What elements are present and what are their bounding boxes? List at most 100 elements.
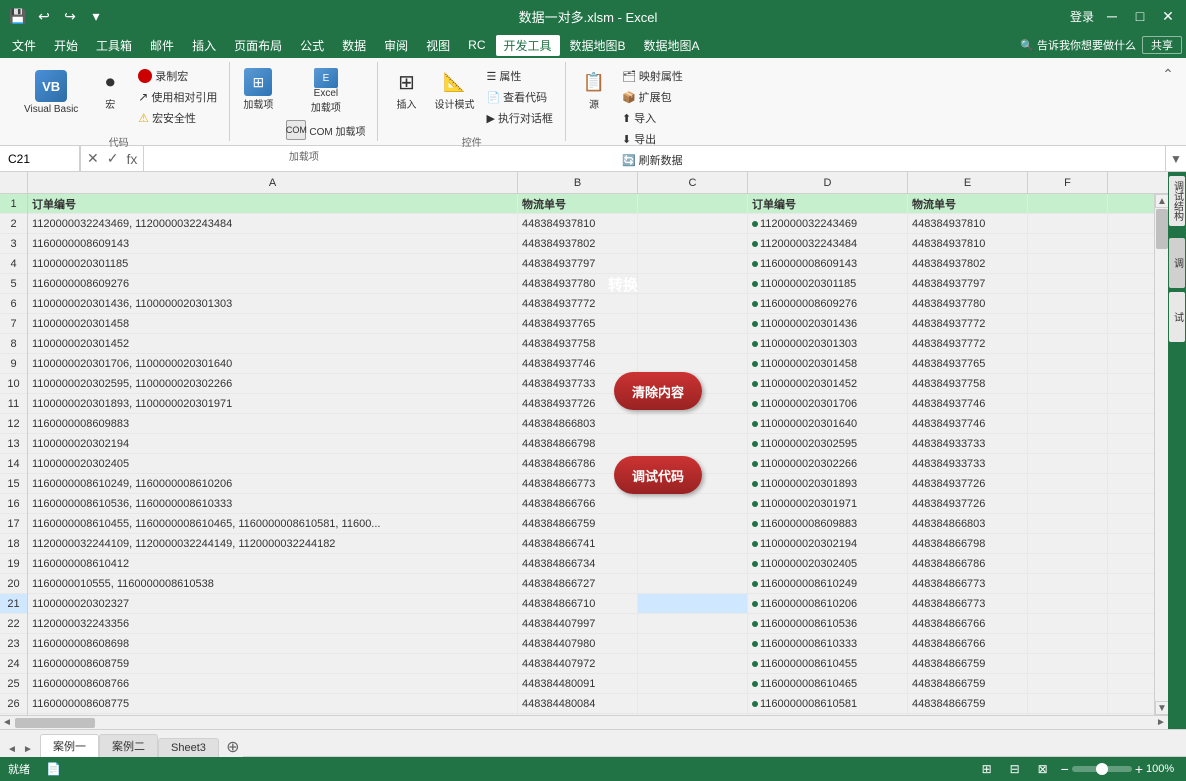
row-num-12[interactable]: 12: [0, 414, 27, 434]
cell-17-e[interactable]: 448384866803: [908, 514, 1028, 533]
cell-21-d[interactable]: 1160000008610206: [748, 594, 908, 613]
cell-7-a[interactable]: 1100000020301458: [28, 314, 518, 333]
cancel-formula-icon[interactable]: ✕: [85, 150, 101, 167]
cell-7-c[interactable]: [638, 314, 748, 333]
convert-button[interactable]: 转换: [608, 274, 638, 295]
header-cell-d[interactable]: 订单编号: [748, 194, 908, 213]
com-addins-button[interactable]: COM COM 加载项: [282, 118, 369, 142]
header-cell-b[interactable]: 物流单号: [518, 194, 638, 213]
menu-file[interactable]: 文件: [4, 35, 44, 56]
cell-21-e[interactable]: 448384866773: [908, 594, 1028, 613]
xml-source-button[interactable]: 📋 源: [574, 66, 614, 113]
row-num-3[interactable]: 3: [0, 234, 27, 254]
cell-24-f[interactable]: [1028, 654, 1108, 673]
cell-23-e[interactable]: 448384866766: [908, 634, 1028, 653]
cell-27-b[interactable]: 448384480077: [518, 714, 638, 715]
map-props-button[interactable]: 🗂 映射属性: [618, 66, 687, 86]
cell-26-c[interactable]: [638, 694, 748, 713]
row-num-4[interactable]: 4: [0, 254, 27, 274]
cell-24-e[interactable]: 448384866759: [908, 654, 1028, 673]
col-header-b[interactable]: B: [518, 172, 638, 193]
cell-25-f[interactable]: [1028, 674, 1108, 693]
cell-3-d[interactable]: 1120000032243484: [748, 234, 908, 253]
row-num-13[interactable]: 13: [0, 434, 27, 454]
cell-reference[interactable]: C21: [0, 146, 80, 171]
zoom-slider[interactable]: [1072, 766, 1132, 772]
sidebar-tab-3[interactable]: 试: [1169, 292, 1185, 342]
cell-9-c[interactable]: [638, 354, 748, 373]
cell-12-a[interactable]: 1160000008609883: [28, 414, 518, 433]
cell-10-d[interactable]: 1100000020301452: [748, 374, 908, 393]
h-scroll-track[interactable]: [14, 717, 1154, 729]
cell-21-a[interactable]: 1100000020302327: [28, 594, 518, 613]
menu-home[interactable]: 开始: [46, 35, 86, 56]
maximize-button[interactable]: □: [1130, 6, 1150, 26]
row-num-5[interactable]: 5: [0, 274, 27, 294]
cell-26-e[interactable]: 448384866759: [908, 694, 1028, 713]
cell-18-e[interactable]: 448384866798: [908, 534, 1028, 553]
cell-5-a[interactable]: 1160000008609276: [28, 274, 518, 293]
cell-20-c[interactable]: [638, 574, 748, 593]
cell-25-c[interactable]: [638, 674, 748, 693]
menu-developer[interactable]: 开发工具: [496, 35, 560, 56]
cell-20-d[interactable]: 1160000008610249: [748, 574, 908, 593]
excel-addins-button[interactable]: E Excel加载项: [282, 66, 369, 116]
cell-19-a[interactable]: 1160000008610412: [28, 554, 518, 573]
cell-5-e[interactable]: 448384937797: [908, 274, 1028, 293]
row-num-10[interactable]: 10: [0, 374, 27, 394]
cell-24-d[interactable]: 1160000008610455: [748, 654, 908, 673]
cell-10-e[interactable]: 448384937758: [908, 374, 1028, 393]
cell-6-b[interactable]: 448384937772: [518, 294, 638, 313]
cell-26-f[interactable]: [1028, 694, 1108, 713]
col-header-a[interactable]: A: [28, 172, 518, 193]
cell-7-e[interactable]: 448384937772: [908, 314, 1028, 333]
cell-8-a[interactable]: 1100000020301452: [28, 334, 518, 353]
cell-26-a[interactable]: 1160000008608775: [28, 694, 518, 713]
cell-17-c[interactable]: [638, 514, 748, 533]
cell-9-a[interactable]: 1100000020301706, 1100000020301640: [28, 354, 518, 373]
cell-13-c[interactable]: [638, 434, 748, 453]
row-num-7[interactable]: 7: [0, 314, 27, 334]
cell-5-d[interactable]: 1100000020301185: [748, 274, 908, 293]
insert-control-button[interactable]: ⊞ 插入: [386, 66, 426, 113]
cell-24-a[interactable]: 1160000008608759: [28, 654, 518, 673]
col-header-c[interactable]: C: [638, 172, 748, 193]
cell-7-b[interactable]: 448384937765: [518, 314, 638, 333]
cell-16-a[interactable]: 1160000008610536, 1160000008610333: [28, 494, 518, 513]
scroll-thumb[interactable]: [1156, 209, 1168, 249]
cell-18-f[interactable]: [1028, 534, 1108, 553]
cell-20-a[interactable]: 1160000010555, 1160000008610538: [28, 574, 518, 593]
scroll-right-button[interactable]: ►: [1154, 716, 1168, 730]
sidebar-tab-1[interactable]: 调试结构: [1169, 176, 1185, 226]
cell-21-f[interactable]: [1028, 594, 1108, 613]
cell-8-f[interactable]: [1028, 334, 1108, 353]
col-header-e[interactable]: E: [908, 172, 1028, 193]
zoom-out-button[interactable]: −: [1061, 761, 1069, 777]
cell-21-b[interactable]: 448384866710: [518, 594, 638, 613]
cell-9-f[interactable]: [1028, 354, 1108, 373]
cell-8-c[interactable]: [638, 334, 748, 353]
row-num-21[interactable]: 21: [0, 594, 27, 614]
row-num-8[interactable]: 8: [0, 334, 27, 354]
zoom-slider-thumb[interactable]: [1096, 763, 1108, 775]
cell-6-a[interactable]: 1100000020301436, 1100000020301303: [28, 294, 518, 313]
login-button[interactable]: 登录: [1070, 8, 1094, 25]
cell-18-a[interactable]: 1120000032244109, 1120000032244149, 1120…: [28, 534, 518, 553]
cell-4-b[interactable]: 448384937797: [518, 254, 638, 273]
cell-2-b[interactable]: 448384937810: [518, 214, 638, 233]
cell-25-a[interactable]: 1160000008608766: [28, 674, 518, 693]
row-num-20[interactable]: 20: [0, 574, 27, 594]
menu-review[interactable]: 审阅: [376, 35, 416, 56]
cell-4-f[interactable]: [1028, 254, 1108, 273]
header-cell-a[interactable]: 订单编号: [28, 194, 518, 213]
cell-8-b[interactable]: 448384937758: [518, 334, 638, 353]
cell-19-f[interactable]: [1028, 554, 1108, 573]
cell-2-e[interactable]: 448384937810: [908, 214, 1028, 233]
cell-6-f[interactable]: [1028, 294, 1108, 313]
run-dialog-button[interactable]: ▶ 执行对话框: [482, 108, 556, 128]
cell-13-a[interactable]: 1100000020302194: [28, 434, 518, 453]
cell-3-b[interactable]: 448384937802: [518, 234, 638, 253]
cell-3-a[interactable]: 1160000008609143: [28, 234, 518, 253]
cell-13-e[interactable]: 448384933733: [908, 434, 1028, 453]
vertical-scrollbar[interactable]: ▲ ▼: [1154, 194, 1168, 715]
